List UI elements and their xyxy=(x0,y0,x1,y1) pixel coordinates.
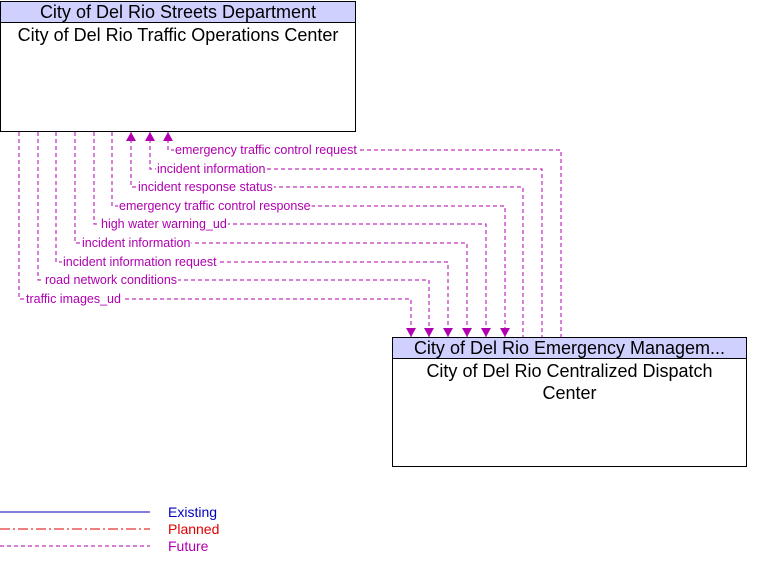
legend-planned: Planned xyxy=(168,521,220,537)
legend-future: Future xyxy=(168,538,209,554)
legend-existing: Existing xyxy=(168,504,218,520)
legend-lines xyxy=(0,511,150,547)
